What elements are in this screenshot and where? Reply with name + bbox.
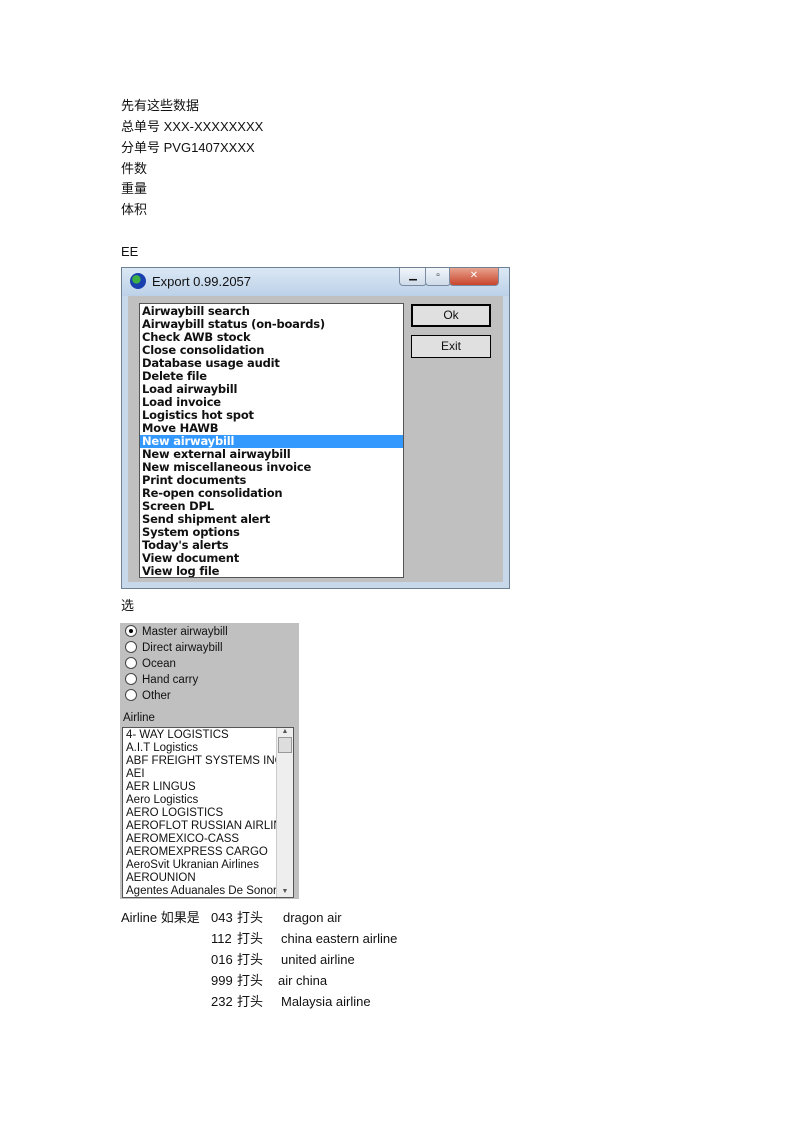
intro-line: 件数 (121, 161, 148, 176)
airline-item[interactable]: AER LINGUS (123, 781, 276, 794)
airline-item[interactable]: A.I.T Logistics (123, 742, 276, 755)
airline-note-prefix: Airline 如果是 (121, 910, 200, 925)
airline-item[interactable]: AeroSvit Ukranian Airlines (123, 859, 276, 872)
exit-button[interactable]: Exit (411, 335, 491, 358)
radio-option[interactable]: Ocean (125, 657, 176, 671)
maximize-button[interactable]: ▫ (425, 268, 451, 286)
intro-line: 总单号 XXX-XXXXXXXX (121, 119, 264, 134)
radio-label: Direct airwaybill (142, 642, 223, 654)
airline-item[interactable]: AEI (123, 768, 276, 781)
airwaybill-type-panel: Master airwaybill Direct airwaybill Ocean H… (120, 623, 299, 899)
radio-button-icon[interactable] (125, 657, 137, 669)
airline-item[interactable]: AEROMEXICO-CASS (123, 833, 276, 846)
scroll-down-icon[interactable]: ▼ (277, 888, 293, 895)
select-label: 选 (121, 598, 135, 613)
airline-item[interactable]: AEROMEXPRESS CARGO (123, 846, 276, 859)
radio-option[interactable]: Master airwaybill (125, 625, 228, 639)
intro-line: 体积 (121, 202, 148, 217)
scrollbar[interactable]: ▲ ▼ (276, 728, 293, 897)
radio-button-icon[interactable] (125, 641, 137, 653)
ee-label: EE (121, 244, 139, 259)
intro-line: 先有这些数据 (121, 98, 200, 113)
radio-button-icon[interactable] (125, 689, 137, 701)
radio-label: Ocean (142, 658, 176, 670)
radio-label: Other (142, 690, 171, 702)
airline-note-word: 打头 (237, 973, 264, 988)
airline-note-word: 打头 (237, 952, 264, 967)
airline-note-name: china eastern airline (281, 931, 398, 946)
airline-note-name: Malaysia airline (281, 994, 371, 1009)
minimize-button[interactable]: ▁ (399, 268, 427, 286)
airline-item[interactable]: 4- WAY LOGISTICS (123, 729, 276, 742)
action-listbox[interactable]: Airwaybill search Airwaybill status (on-b… (139, 303, 404, 578)
globe-icon (130, 273, 146, 289)
airline-item[interactable]: ABF FREIGHT SYSTEMS INC. (123, 755, 276, 768)
airline-note-code: 112 (211, 931, 232, 946)
export-dialog: Export 0.99.2057 ▁ ▫ ✕ Airwaybill search… (121, 267, 510, 589)
airline-note-code: 232 (211, 994, 233, 1009)
radio-option[interactable]: Other (125, 689, 171, 703)
intro-line: 分单号 PVG1407XXXX (121, 140, 255, 155)
airline-item[interactable]: Aero Logistics (123, 794, 276, 807)
radio-label: Hand carry (142, 674, 199, 686)
scroll-up-icon[interactable]: ▲ (277, 728, 293, 735)
airline-note-word: 打头 (237, 931, 264, 946)
dialog-body: Airwaybill search Airwaybill status (on-b… (128, 296, 503, 582)
radio-option[interactable]: Direct airwaybill (125, 641, 223, 655)
airline-label: Airline (123, 712, 155, 724)
airline-note-code: 043 (211, 910, 233, 925)
airline-note-name: dragon air (283, 910, 342, 925)
scroll-thumb[interactable] (278, 737, 292, 753)
menu-item[interactable]: View log file (140, 565, 403, 578)
radio-option[interactable]: Hand carry (125, 673, 198, 687)
radio-label: Master airwaybill (142, 626, 228, 638)
airline-note-code: 999 (211, 973, 233, 988)
airline-note-name: air china (278, 973, 328, 988)
airline-note-word: 打头 (237, 994, 264, 1009)
airline-note-code: 016 (211, 952, 233, 967)
close-button[interactable]: ✕ (449, 268, 499, 286)
airline-item[interactable]: Agentes Aduanales De Sonora (123, 885, 276, 897)
airline-listbox[interactable]: 4- WAY LOGISTICS A.I.T Logistics ABF FREIG… (122, 727, 294, 898)
airline-item[interactable]: AEROFLOT RUSSIAN AIRLINI (123, 820, 276, 833)
airline-note-name: united airline (281, 952, 355, 967)
dialog-title: Export 0.99.2057 (152, 274, 252, 289)
intro-line: 重量 (121, 181, 148, 196)
radio-button-icon[interactable] (125, 673, 137, 685)
title-bar: Export 0.99.2057 ▁ ▫ ✕ (122, 268, 509, 296)
airline-note-word: 打头 (237, 910, 264, 925)
airline-item[interactable]: AEROUNION (123, 872, 276, 885)
radio-button-icon[interactable] (125, 625, 137, 637)
ok-button[interactable]: Ok (411, 304, 491, 327)
airline-item[interactable]: AERO LOGISTICS (123, 807, 276, 820)
